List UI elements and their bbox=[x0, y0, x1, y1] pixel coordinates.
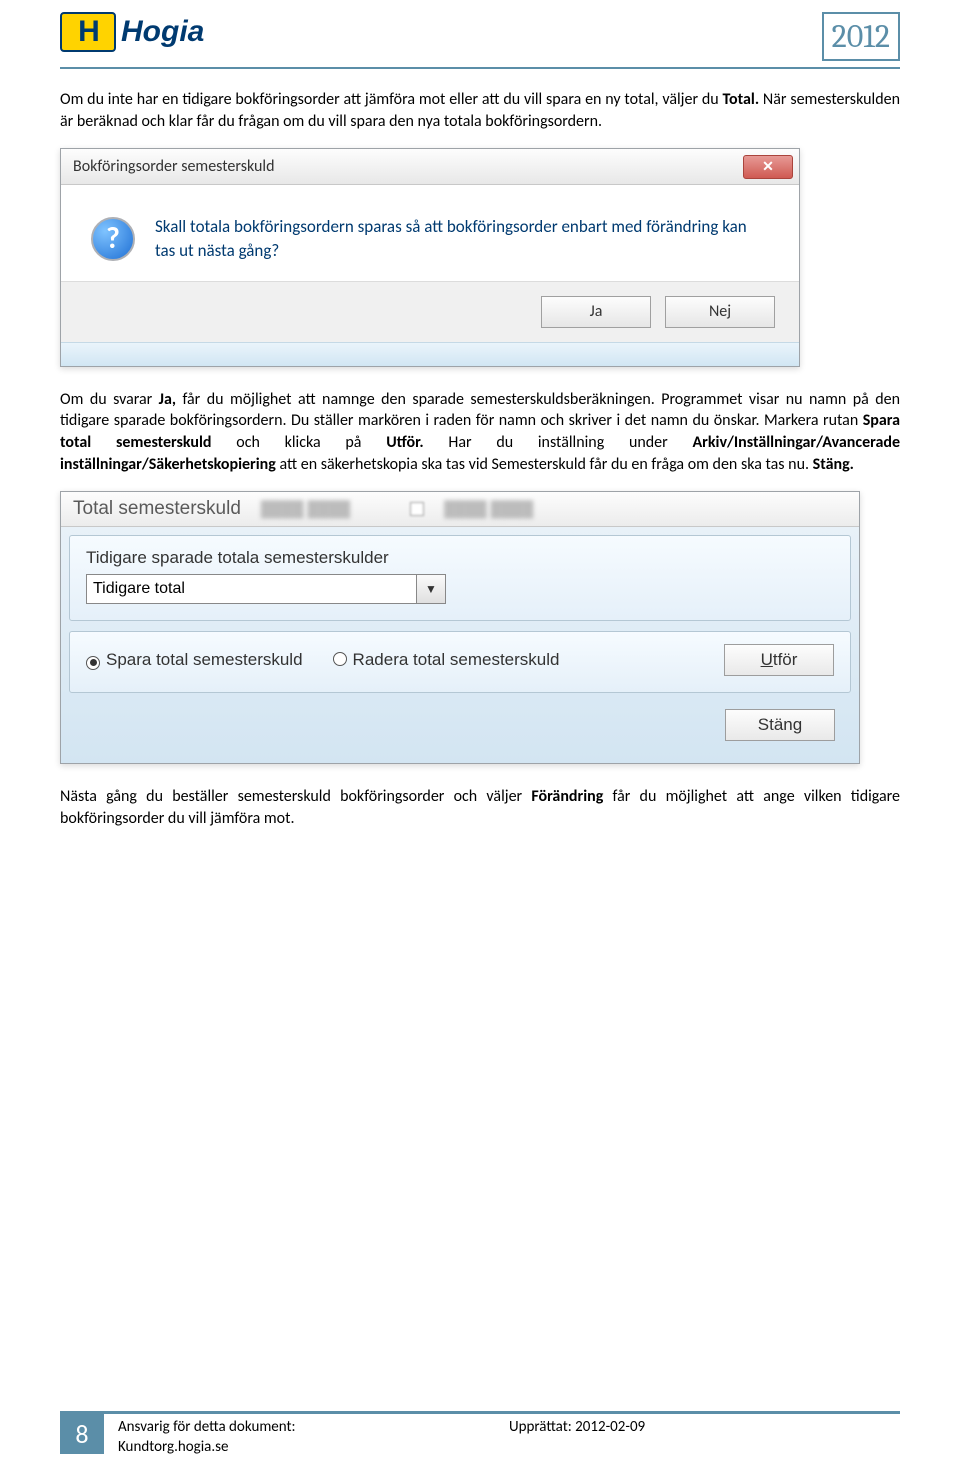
logo-mark: H bbox=[60, 12, 116, 52]
radio-delete[interactable]: Radera total semesterskuld bbox=[333, 650, 560, 670]
paragraph-1: Om du inte har en tidigare bokföringsord… bbox=[60, 89, 900, 132]
footer-columns: Ansvarig för detta dokument: Kundtorg.ho… bbox=[118, 1418, 900, 1457]
footer-col-2: Upprättat: 2012-02-09 bbox=[509, 1418, 900, 1457]
radio-delete-indicator bbox=[333, 652, 347, 666]
question-icon: ? bbox=[91, 217, 135, 261]
panel-tidigare: Tidigare sparade totala semesterskulder … bbox=[69, 535, 851, 621]
execute-button[interactable]: Utför bbox=[724, 644, 834, 676]
no-button[interactable]: Nej bbox=[665, 296, 775, 328]
dialog2-blurred-checkbox bbox=[410, 502, 424, 516]
saved-name-combo[interactable]: ▼ bbox=[86, 574, 446, 604]
footer-col-1: Ansvarig för detta dokument: Kundtorg.ho… bbox=[118, 1418, 509, 1457]
radio-save-indicator bbox=[86, 656, 100, 670]
page-header: H Hogia 2012 bbox=[60, 12, 900, 69]
dialog1-title-text: Bokföringsorder semesterskuld bbox=[73, 157, 275, 176]
page-footer: 8 Ansvarig för detta dokument: Kundtorg.… bbox=[60, 1411, 900, 1457]
dialog2-blurred-text-2: ████ ████ bbox=[444, 501, 533, 518]
dialog1-question: Skall totala bokföringsordern sparas så … bbox=[155, 215, 769, 263]
page-number: 8 bbox=[60, 1414, 104, 1454]
dialog1-titlebar: Bokföringsorder semesterskuld ✕ bbox=[61, 149, 799, 185]
close-icon: ✕ bbox=[762, 158, 774, 175]
chevron-down-icon[interactable]: ▼ bbox=[416, 574, 446, 604]
dialog1-footer-strip bbox=[61, 342, 799, 366]
dialog-total-semesterskuld: Total semesterskuld ████ ████ ████ ████ … bbox=[60, 491, 860, 764]
saved-name-input[interactable] bbox=[86, 574, 416, 604]
radio-group: Spara total semesterskuld Radera total s… bbox=[86, 650, 559, 670]
hogia-logo: H Hogia bbox=[60, 12, 204, 52]
dialog2-bottom-row: Stäng bbox=[69, 703, 851, 755]
dialog1-button-row: Ja Nej bbox=[61, 281, 799, 342]
year-box: 2012 bbox=[822, 12, 900, 61]
dialog2-title-text: Total semesterskuld bbox=[73, 498, 241, 520]
panel-actions: Spara total semesterskuld Radera total s… bbox=[69, 631, 851, 693]
logo-text: Hogia bbox=[121, 15, 204, 49]
panel-label: Tidigare sparade totala semesterskulder bbox=[86, 548, 834, 568]
close-button[interactable]: ✕ bbox=[743, 155, 793, 179]
dialog-bokforingsorder: Bokföringsorder semesterskuld ✕ ? Skall … bbox=[60, 148, 800, 367]
yes-button[interactable]: Ja bbox=[541, 296, 651, 328]
close-dialog2-button[interactable]: Stäng bbox=[725, 709, 835, 741]
dialog2-body: Tidigare sparade totala semesterskulder … bbox=[61, 527, 859, 763]
dialog1-body: ? Skall totala bokföringsordern sparas s… bbox=[61, 185, 799, 281]
logo-letter: H bbox=[78, 15, 98, 49]
paragraph-2: Om du svarar Ja, får du möjlighet att na… bbox=[60, 389, 900, 475]
radio-save[interactable]: Spara total semesterskuld bbox=[86, 650, 303, 670]
dialog2-titlebar: Total semesterskuld ████ ████ ████ ████ bbox=[61, 492, 859, 527]
dialog2-blurred-text-1: ████ ████ bbox=[261, 501, 350, 518]
paragraph-3: Nästa gång du beställer semesterskuld bo… bbox=[60, 786, 900, 829]
